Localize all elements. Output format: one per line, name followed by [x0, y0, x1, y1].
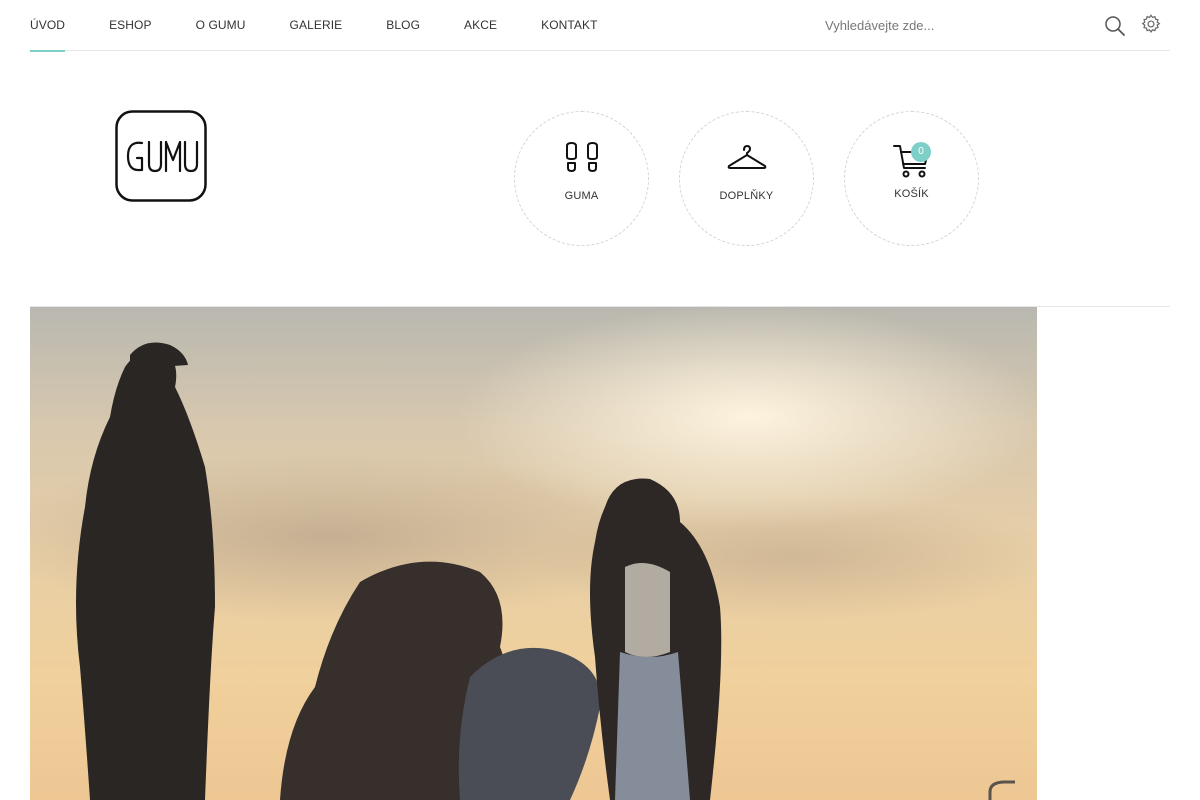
- cart-button[interactable]: 0 KOŠÍK: [844, 111, 979, 246]
- nav-item-uvod[interactable]: ÚVOD: [30, 0, 66, 52]
- main-menu: ÚVOD ESHOP O GUMU GALERIE BLOG AKCE KONT…: [30, 0, 642, 52]
- nav-item-o-gumu[interactable]: O GUMU: [196, 0, 246, 51]
- hanger-icon: [727, 144, 767, 177]
- nav-item-eshop[interactable]: ESHOP: [109, 0, 152, 51]
- category-doplnky[interactable]: DOPLŇKY: [679, 111, 814, 246]
- nav-item-akce[interactable]: AKCE: [464, 0, 497, 51]
- nav-item-galerie[interactable]: GALERIE: [290, 0, 343, 51]
- category-label: DOPLŇKY: [719, 190, 774, 202]
- cart-label: KOŠÍK: [894, 188, 929, 200]
- gear-icon[interactable]: [1138, 11, 1164, 37]
- gumu-logo[interactable]: [115, 110, 207, 202]
- nav-item-blog[interactable]: BLOG: [386, 0, 420, 51]
- category-guma[interactable]: GUMA: [514, 111, 649, 246]
- shoe-prints-icon: [564, 142, 600, 179]
- search-input[interactable]: [825, 14, 1095, 36]
- nav-item-kontakt[interactable]: KONTAKT: [541, 0, 597, 51]
- search-icon[interactable]: [1102, 13, 1128, 39]
- hero-photo: [30, 307, 1037, 800]
- category-label: GUMA: [564, 190, 599, 202]
- top-navigation: ÚVOD ESHOP O GUMU GALERIE BLOG AKCE KONT…: [30, 0, 1170, 52]
- cart-count-badge: 0: [911, 142, 931, 162]
